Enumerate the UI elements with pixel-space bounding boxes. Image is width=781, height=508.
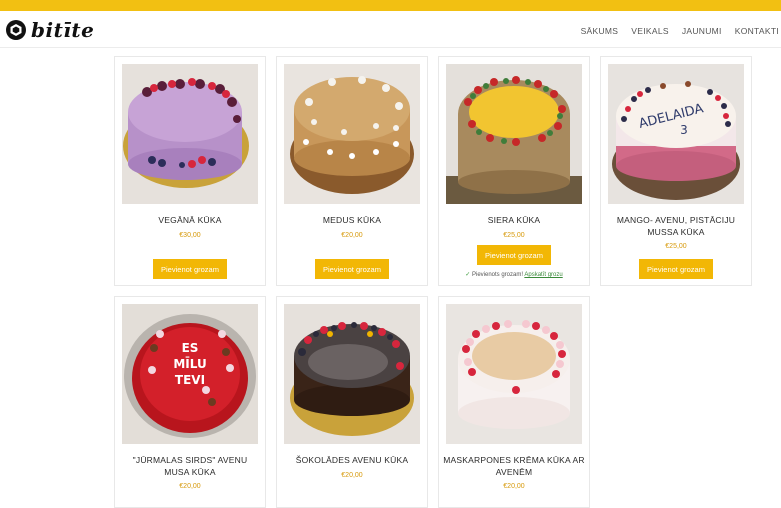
add-to-cart-button[interactable]: Pievienot grozam (315, 259, 389, 279)
product-card: ŠOKOLĀDES AVENU KŪKA €20,00 (276, 296, 428, 508)
product-card: MASKARPONES KRĒMA KŪKA AR AVENĒM €20,00 (438, 296, 590, 508)
product-price: €20,00 (341, 232, 363, 239)
product-card: SIERA KŪKA €25,00 Pievienot grozam ✓ Pie… (438, 56, 590, 286)
cake-inscription: ES (182, 341, 199, 355)
product-name[interactable]: VEGĀNĀ KŪKA (119, 214, 261, 226)
product-image[interactable] (446, 304, 582, 444)
product-price: €25,00 (665, 243, 687, 250)
view-cart-link[interactable]: Apskatīt grozu (524, 272, 562, 278)
main-nav: SĀKUMS VEIKALS JAUNUMI KONTAKTI (581, 26, 779, 36)
checkmark-icon: ✓ (465, 272, 471, 278)
product-image[interactable] (122, 64, 258, 204)
product-name[interactable]: ŠOKOLĀDES AVENU KŪKA (281, 454, 423, 466)
brand-name: bitīte (31, 18, 95, 42)
product-image[interactable]: ADELAIDA 3 (608, 64, 744, 204)
product-image[interactable] (284, 304, 420, 444)
product-price: €25,00 (503, 232, 525, 239)
site-logo[interactable]: bitīte (6, 18, 95, 42)
nav-item-home[interactable]: SĀKUMS (581, 26, 619, 36)
product-price: €20,00 (341, 472, 363, 479)
nav-item-shop[interactable]: VEIKALS (631, 26, 669, 36)
product-price: €20,00 (503, 483, 525, 490)
cake-inscription: TEVI (175, 373, 205, 387)
add-to-cart-button[interactable]: Pievienot grozam (477, 245, 551, 265)
top-accent-bar (0, 0, 781, 11)
product-image[interactable] (284, 64, 420, 204)
add-to-cart-button[interactable]: Pievienot grozam (153, 259, 227, 279)
product-name[interactable]: SIERA KŪKA (443, 214, 585, 226)
product-image[interactable] (446, 64, 582, 204)
product-price: €20,00 (179, 483, 201, 490)
added-to-cart-notice: ✓ Pievienots grozam! Apskatīt grozu (439, 271, 589, 278)
product-card: ES MĪLU TEVI "JŪRMALAS SIRDS" AVENU MUSA… (114, 296, 266, 508)
cake-inscription: MĪLU (173, 357, 206, 371)
add-to-cart-button[interactable]: Pievienot grozam (639, 259, 713, 279)
cake-inscription-number: 3 (680, 123, 688, 137)
product-name[interactable]: "JŪRMALAS SIRDS" AVENU MUSA KŪKA (119, 454, 261, 478)
nav-item-contacts[interactable]: KONTAKTI (735, 26, 779, 36)
product-name[interactable]: MASKARPONES KRĒMA KŪKA AR AVENĒM (443, 454, 585, 478)
product-image[interactable]: ES MĪLU TEVI (122, 304, 258, 444)
product-card: MEDUS KŪKA €20,00 Pievienot grozam (276, 56, 428, 286)
nav-item-news[interactable]: JAUNUMI (682, 26, 722, 36)
product-name[interactable]: MEDUS KŪKA (281, 214, 423, 226)
site-header: bitīte SĀKUMS VEIKALS JAUNUMI KONTAKTI (0, 11, 781, 48)
added-message: Pievienots grozam! (471, 272, 524, 278)
product-price: €30,00 (179, 232, 201, 239)
product-name[interactable]: MANGO- AVENU, PISTĀCIJU MUSSA KŪKA (605, 214, 747, 238)
bee-hexagon-icon (6, 20, 26, 40)
product-card: ADELAIDA 3 MANGO- AVENU, PISTĀCIJU MUSSA… (600, 56, 752, 286)
product-card: VEGĀNĀ KŪKA €30,00 Pievienot grozam (114, 56, 266, 286)
